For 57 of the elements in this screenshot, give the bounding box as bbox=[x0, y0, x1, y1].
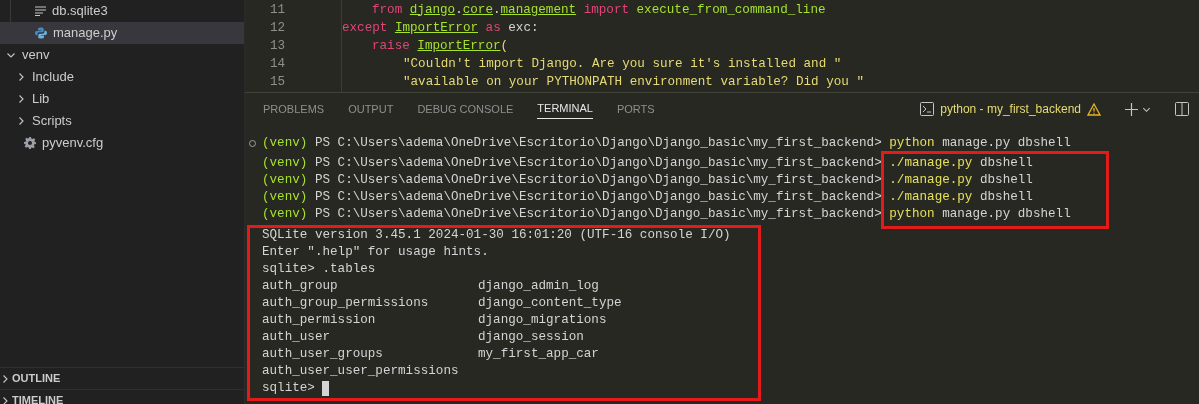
folder-item[interactable]: Lib bbox=[0, 88, 244, 110]
table-name: auth_user_user_permissions bbox=[262, 363, 460, 380]
chevron-icon bbox=[0, 373, 10, 384]
table-name: auth_group_permissions bbox=[262, 295, 430, 312]
chevron-icon bbox=[6, 50, 16, 60]
panel-tab[interactable]: OUTPUT bbox=[348, 99, 394, 119]
folder-item[interactable]: Include bbox=[0, 66, 244, 88]
gear-icon bbox=[24, 137, 36, 149]
line-number: 14 bbox=[268, 55, 285, 73]
chevron-icon bbox=[0, 395, 10, 404]
code-line: raise ImportError( bbox=[372, 37, 509, 55]
line-number: 11 bbox=[268, 1, 285, 19]
code-line: except ImportError as exc: bbox=[342, 19, 539, 37]
line-number: 12 bbox=[268, 19, 285, 37]
panel-tab[interactable]: TERMINAL bbox=[537, 99, 593, 119]
table-name: auth_permission bbox=[262, 312, 377, 329]
file-item[interactable]: db.sqlite3 bbox=[0, 0, 244, 22]
chevron-icon bbox=[16, 72, 26, 82]
split-panel-icon[interactable] bbox=[1175, 102, 1189, 116]
table-name: my_first_app_car bbox=[478, 346, 599, 363]
file-item[interactable]: pyvenv.cfg bbox=[0, 132, 244, 154]
code-line: "Couldn't import Django. Are you sure it's installed and " bbox=[403, 55, 842, 73]
panel-tab[interactable]: PORTS bbox=[616, 99, 655, 119]
table-name: auth_user_groups bbox=[262, 346, 384, 363]
file-item[interactable]: manage.py bbox=[0, 22, 244, 44]
terminal-line: SQLite version 3.45.1 2024-01-30 16:01:20 (UTF-16 console I/O) bbox=[262, 227, 731, 244]
code-line: "available on your PYTHONPATH environment variable? Did you " bbox=[403, 73, 864, 91]
lines-icon bbox=[35, 6, 46, 16]
terminal-line: (venv) PS C:\Users\adema\OneDrive\Escritorio\Django\Django_basic\my_first_backend> python manage.py dbshell bbox=[262, 135, 1071, 152]
line-number: 15 bbox=[268, 73, 285, 91]
table-name: auth_group bbox=[262, 278, 339, 295]
table-name: django_session bbox=[478, 329, 584, 346]
terminal-line: (venv) PS C:\Users\adema\OneDrive\Escritorio\Django\Django_basic\my_first_backend> ./manage.py dbshell bbox=[262, 189, 1033, 206]
terminal-line: Enter ".help" for usage hints. bbox=[262, 244, 489, 261]
table-name: django_migrations bbox=[478, 312, 607, 329]
line-number: 13 bbox=[268, 37, 285, 55]
plus-icon[interactable] bbox=[1125, 102, 1138, 116]
section-header[interactable]: TIMELINE bbox=[0, 390, 244, 404]
terminal-line: (venv) PS C:\Users\adema\OneDrive\Escritorio\Django\Django_basic\my_first_backend> ./manage.py dbshell bbox=[262, 172, 1033, 189]
table-name: auth_user bbox=[262, 329, 332, 346]
terminal-line: sqlite> .tables bbox=[262, 261, 376, 278]
python-file-icon bbox=[35, 27, 47, 39]
terminal-line: (venv) PS C:\Users\adema\OneDrive\Escritorio\Django\Django_basic\my_first_backend> ./manage.py dbshell bbox=[262, 155, 1033, 172]
panel-tab[interactable]: DEBUG CONSOLE bbox=[417, 99, 514, 119]
terminal-name[interactable]: python - my_first_backend bbox=[940, 100, 1081, 118]
folder-item[interactable]: Scripts bbox=[0, 110, 244, 132]
table-name: django_content_type bbox=[478, 295, 622, 312]
terminal-line: (venv) PS C:\Users\adema\OneDrive\Escritorio\Django\Django_basic\my_first_backend> python manage.py dbshell bbox=[262, 206, 1071, 223]
terminal-icon bbox=[920, 102, 935, 116]
chevron-icon bbox=[16, 94, 26, 104]
code-line: from django.core.management import execute_from_command_line bbox=[372, 1, 826, 19]
folder-item[interactable]: venv bbox=[0, 44, 244, 66]
terminal-line: sqlite> bbox=[262, 380, 316, 397]
chevron-icon bbox=[16, 116, 26, 126]
section-header[interactable]: OUTLINE bbox=[0, 368, 244, 390]
panel-tab[interactable]: PROBLEMS bbox=[263, 99, 325, 119]
table-name: django_admin_log bbox=[478, 278, 599, 295]
